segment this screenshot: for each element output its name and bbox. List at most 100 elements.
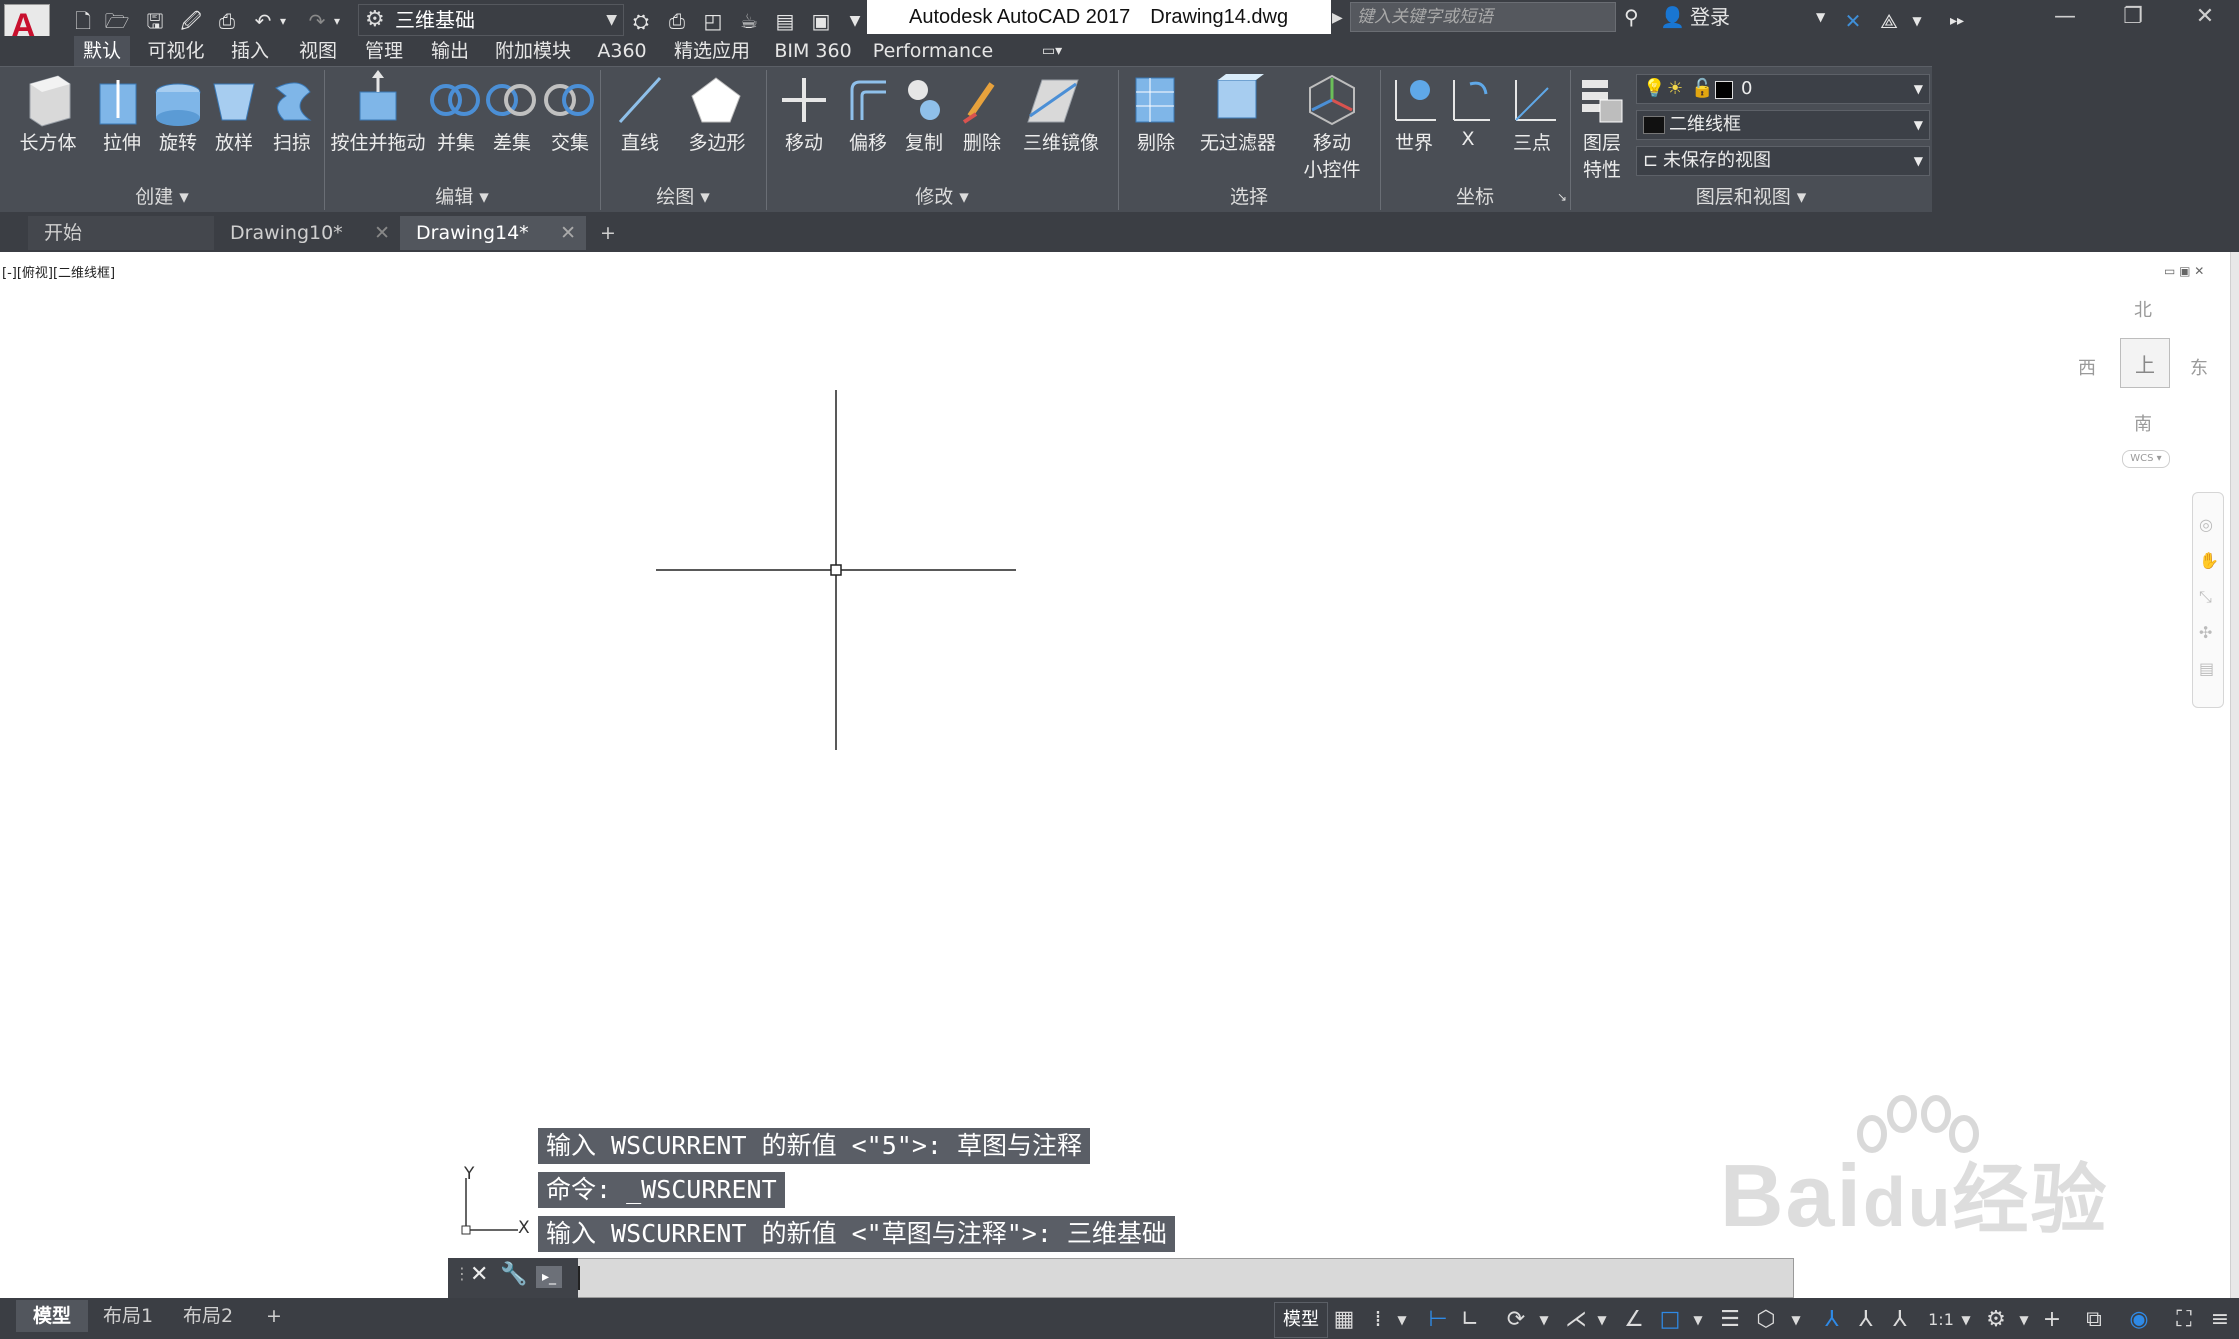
exchange-apps-icon[interactable]: ✕ (1840, 6, 1866, 36)
line-button[interactable]: 直线 (616, 128, 664, 155)
loft-icon[interactable] (213, 83, 255, 121)
batch-plot-icon[interactable]: ⎙ (664, 6, 690, 36)
viewcube-top-face[interactable]: 上 (2135, 349, 2155, 378)
layout-tab-layout2[interactable]: 布局2 (170, 1300, 246, 1332)
loft-button[interactable]: 放样 (212, 128, 256, 155)
compass-west[interactable]: 西 (2078, 354, 2096, 380)
new-tab-plus-icon[interactable]: + (596, 216, 626, 250)
undo-icon[interactable]: ↶ (250, 6, 276, 36)
save-as-icon[interactable]: 🖉 (178, 6, 204, 36)
tab-performance[interactable]: Performance (868, 36, 998, 66)
viewcube[interactable]: 上 (2120, 338, 2170, 388)
orbit-icon[interactable]: ✣ (2199, 623, 2212, 642)
publish-icon[interactable]: ▤ (772, 6, 798, 36)
save-icon[interactable]: 🖫 (142, 6, 168, 36)
customize-qat-icon[interactable]: ▼ (842, 6, 868, 36)
undo-dropdown-icon[interactable]: ▾ (276, 6, 290, 36)
chevron-down-icon[interactable]: ▼ (1788, 1304, 1804, 1336)
mirror-3d-icon[interactable] (1027, 79, 1079, 123)
a360-icon[interactable]: ⟁ (1876, 6, 1902, 36)
expand-arrow-icon[interactable]: ▶ (1332, 4, 1346, 32)
ribbon-minimize-icon[interactable]: ▭▾ (1030, 36, 1074, 66)
extrude-icon[interactable] (99, 80, 137, 125)
chevron-down-icon[interactable]: ▼ (1958, 1304, 1974, 1336)
move-gizmo-button[interactable]: 移动 小控件 (1300, 128, 1364, 182)
move-button[interactable]: 移动 (780, 128, 828, 155)
union-button[interactable]: 并集 (434, 128, 478, 155)
showmotion-icon[interactable]: ▤ (2199, 659, 2214, 678)
3d-object-snap-icon[interactable]: ⬡ (1752, 1304, 1780, 1336)
cull-button[interactable]: 剔除 (1132, 128, 1180, 155)
cull-icon[interactable] (1135, 77, 1175, 123)
close-button[interactable]: ✕ (2172, 0, 2238, 34)
offset-icon[interactable] (850, 80, 886, 120)
workspace-select[interactable]: ⚙ 三维基础 ▼ (358, 4, 624, 36)
layout-tab-model[interactable]: 模型 (16, 1300, 88, 1332)
wrench-icon[interactable]: 🔧 (500, 1262, 527, 1287)
tab-view[interactable]: 视图 (290, 36, 346, 66)
copy-button[interactable]: 复制 (900, 128, 948, 155)
model-space-button[interactable]: 模型 (1274, 1302, 1328, 1338)
extrude-button[interactable]: 拉伸 (100, 128, 144, 155)
tab-insert[interactable]: 插入 (222, 36, 278, 66)
preview-icon[interactable]: ◰ (700, 6, 726, 36)
intersect-icon[interactable] (544, 84, 594, 116)
chevron-down-icon[interactable]: ▼ (1690, 1304, 1706, 1336)
render-icon[interactable]: ☕ (736, 6, 762, 36)
doc-tab-drawing10[interactable]: Drawing10* ✕ (214, 216, 400, 250)
clean-screen-icon[interactable]: ⛶ (2170, 1304, 2198, 1336)
restore-button[interactable]: ❐ (2100, 0, 2166, 34)
sheet-icon[interactable]: ▣ (808, 6, 834, 36)
tab-output[interactable]: 输出 (422, 36, 478, 66)
chevron-down-icon[interactable]: ▼ (1594, 1304, 1610, 1336)
move-gizmo-icon[interactable] (1309, 74, 1355, 126)
steering-wheel-icon[interactable]: ◎ (2199, 515, 2213, 534)
ucs-world-button[interactable]: 世界 (1390, 128, 1438, 155)
ucs-3point-icon[interactable] (1515, 80, 1556, 121)
polygon-icon[interactable] (691, 77, 741, 123)
ortho-icon[interactable]: ∟ (1456, 1304, 1484, 1336)
group-create[interactable]: 创建 ▾ (0, 184, 324, 210)
tab-featured-apps[interactable]: 精选应用 (666, 36, 758, 66)
viewport-window-controls[interactable]: ▭ ▣ ✕ (2164, 264, 2204, 278)
union-icon[interactable] (430, 84, 480, 116)
group-modify[interactable]: 修改 ▾ (766, 184, 1118, 210)
compass-south[interactable]: 南 (2134, 410, 2152, 436)
hardware-acceleration-icon[interactable]: ◉ (2124, 1304, 2154, 1336)
annotation-visibility-icon[interactable]: ⅄ (1818, 1304, 1846, 1336)
chevron-down-icon[interactable]: ▼ (1394, 1304, 1410, 1336)
ucs-x-button[interactable]: X (1448, 128, 1488, 150)
customization-menu-icon[interactable]: ≡ (2206, 1304, 2234, 1336)
login-area[interactable]: ⚲ 👤 登录 ▼ (1624, 2, 1825, 34)
print-icon[interactable]: ⎙ (214, 6, 240, 36)
more-icon[interactable]: ▸▸ (1944, 6, 1970, 36)
infer-constraints-icon[interactable]: ⊢ (1424, 1304, 1452, 1336)
ucs-x-icon[interactable] (1453, 80, 1490, 121)
ucs-3point-button[interactable]: 三点 (1508, 128, 1556, 155)
box-icon[interactable] (29, 75, 71, 127)
box-button[interactable]: 长方体 (12, 128, 84, 155)
layout-tab-layout1[interactable]: 布局1 (90, 1300, 166, 1332)
close-icon[interactable]: ✕ (470, 1262, 488, 1287)
revolve-icon[interactable] (155, 83, 201, 126)
chevron-down-icon[interactable]: ▼ (1904, 6, 1930, 36)
doc-tab-start[interactable]: 开始 (28, 216, 214, 250)
coordinates-dialog-launcher-icon[interactable]: ↘ (1556, 184, 1568, 210)
isodraft-icon[interactable]: ⋌ (1562, 1304, 1590, 1336)
group-draw[interactable]: 绘图 ▾ (600, 184, 766, 210)
plot-icon[interactable]: ⛭ (628, 6, 654, 36)
zoom-icon[interactable]: ⤡ (2199, 587, 2212, 607)
sweep-button[interactable]: 扫掠 (270, 128, 314, 155)
chevron-down-icon[interactable]: ▼ (2016, 1304, 2032, 1336)
compass-north[interactable]: 北 (2134, 296, 2152, 322)
viewport-controls-label[interactable]: [-][俯视][二维线框] (2, 262, 115, 281)
object-snap-icon[interactable]: □ (1656, 1304, 1684, 1336)
close-tab-icon[interactable]: ✕ (374, 216, 390, 250)
layer-properties-button[interactable]: 图层 特性 (1578, 128, 1626, 182)
grip-icon[interactable]: ⋮ (454, 1264, 470, 1283)
polar-tracking-icon[interactable]: ⟳ (1502, 1304, 1530, 1336)
subtract-button[interactable]: 差集 (490, 128, 534, 155)
mirror-3d-button[interactable]: 三维镜像 (1018, 128, 1104, 155)
chevron-down-icon[interactable]: ▼ (1816, 2, 1825, 32)
tab-visualize[interactable]: 可视化 (140, 36, 212, 66)
